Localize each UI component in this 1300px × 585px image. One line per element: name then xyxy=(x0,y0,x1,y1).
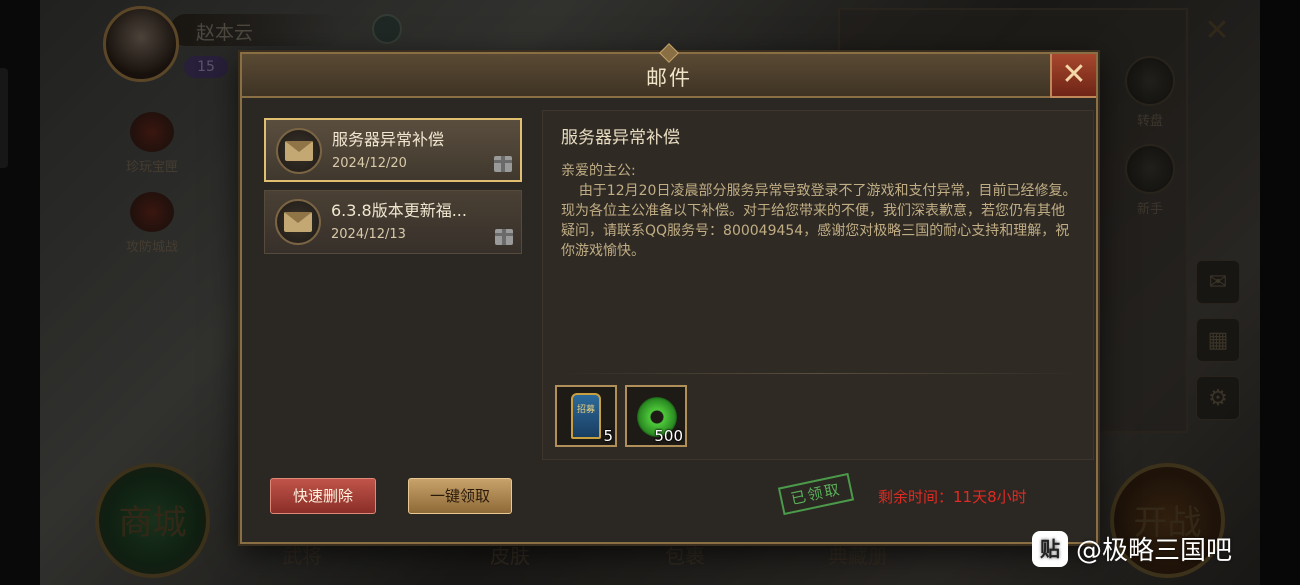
reward-item-jade[interactable]: 500 xyxy=(625,385,687,447)
mail-item-version-update[interactable]: 6.3.8版本更新福... 2024/12/13 xyxy=(264,190,522,254)
gift-icon xyxy=(495,229,513,245)
mail-detail-body: 亲爱的主公: 由于12月20日凌晨部分服务异常导致登录不了游戏和支付异常，目前已… xyxy=(561,163,1077,259)
close-icon[interactable]: ✕ xyxy=(1050,54,1096,98)
mail-dialog: 邮件 ✕ 服务器异常补偿 2024/12/20 6.3.8版本更新福... 20… xyxy=(240,43,1098,544)
envelope-icon xyxy=(276,128,322,174)
dialog-header: 邮件 ✕ xyxy=(242,43,1096,98)
quick-delete-button[interactable]: 快速删除 xyxy=(270,478,376,514)
mail-date: 2024/12/20 xyxy=(332,156,407,171)
reward-count: 5 xyxy=(603,427,613,445)
mail-subject: 6.3.8版本更新福... xyxy=(331,201,467,220)
remaining-time: 剩余时间：11天8小时 xyxy=(878,488,1027,506)
mail-date: 2024/12/13 xyxy=(331,227,406,242)
gift-icon xyxy=(494,156,512,172)
reward-count: 500 xyxy=(654,427,683,445)
recruit-token-icon: 招募 xyxy=(571,393,601,439)
claimed-stamp: 已领取 xyxy=(777,472,855,516)
mail-detail-panel: 服务器异常补偿 亲爱的主公: 由于12月20日凌晨部分服务异常导致登录不了游戏和… xyxy=(542,110,1094,460)
recruit-token-text: 招募 xyxy=(576,405,595,415)
mail-list: 服务器异常补偿 2024/12/20 6.3.8版本更新福... 2024/12… xyxy=(264,118,522,262)
watermark-text: @极略三国吧 xyxy=(1076,536,1233,566)
dialog-title: 邮件 xyxy=(646,66,692,90)
mail-subject: 服务器异常补偿 xyxy=(332,130,445,149)
watermark: 贴 @极略三国吧 xyxy=(1032,530,1232,567)
mail-detail-title: 服务器异常补偿 xyxy=(561,128,680,148)
claim-all-button[interactable]: 一键领取 xyxy=(408,478,512,514)
divider xyxy=(557,373,1081,374)
reward-item-recruit-token[interactable]: 招募 5 xyxy=(555,385,617,447)
envelope-icon xyxy=(275,199,321,245)
mail-item-server-compensation[interactable]: 服务器异常补偿 2024/12/20 xyxy=(264,118,522,182)
tieba-logo-icon: 贴 xyxy=(1032,530,1068,567)
